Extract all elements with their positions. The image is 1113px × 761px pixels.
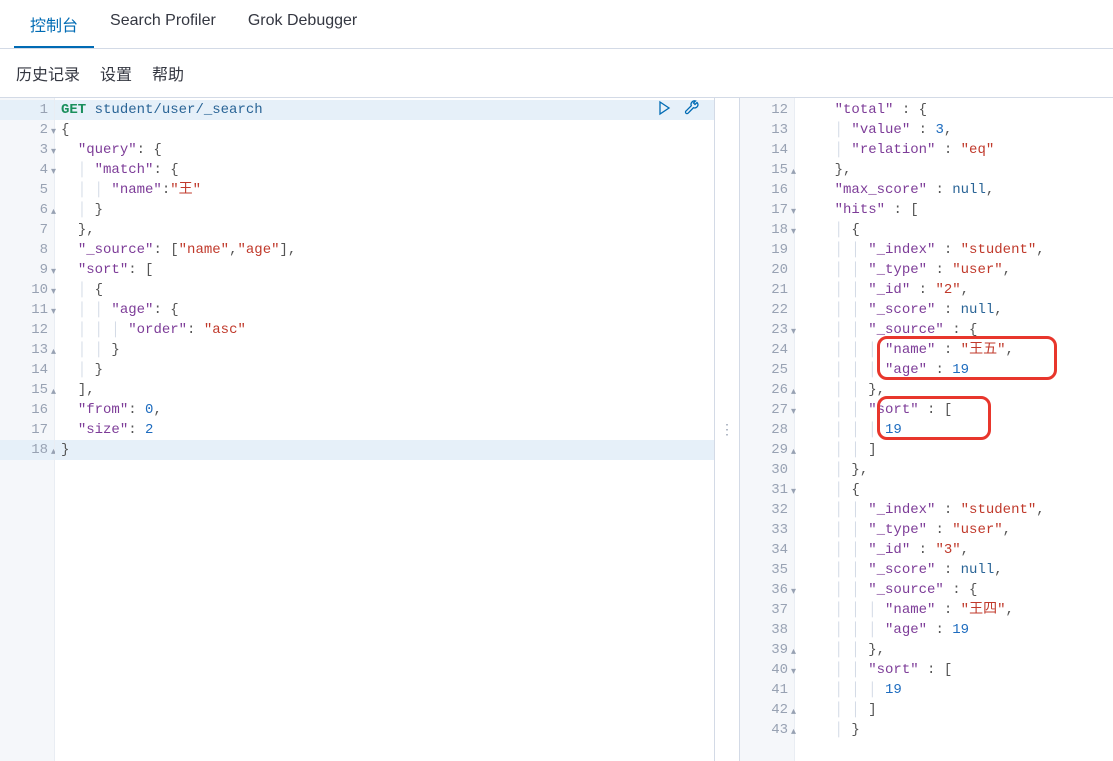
code-line[interactable]: │ │ "_score" : null,	[795, 300, 1113, 320]
code-line[interactable]: │ {	[55, 280, 714, 300]
code-line[interactable]: {	[55, 120, 714, 140]
code-line[interactable]: "size": 2	[55, 420, 714, 440]
code-line[interactable]: │ │ "name":"王"	[55, 180, 714, 200]
subnav-settings[interactable]: 设置	[100, 61, 132, 85]
code-line[interactable]: │ │ "_score" : null,	[795, 560, 1113, 580]
drag-dots-icon: ⋮	[720, 421, 734, 438]
request-actions	[656, 100, 702, 118]
code-line[interactable]: │ │ ]	[795, 700, 1113, 720]
code-line[interactable]: │ {	[795, 480, 1113, 500]
code-line[interactable]: "hits" : [	[795, 200, 1113, 220]
request-code[interactable]: GET student/user/_search{ "query": { │ "…	[55, 98, 714, 761]
tab-grok-debugger[interactable]: Grok Debugger	[232, 0, 373, 48]
code-line[interactable]: │ │ │ "age" : 19	[795, 360, 1113, 380]
code-line[interactable]: │ "value" : 3,	[795, 120, 1113, 140]
code-line[interactable]: │ │ "_type" : "user",	[795, 520, 1113, 540]
code-line[interactable]: │ │ "_id" : "2",	[795, 280, 1113, 300]
code-line[interactable]: "max_score" : null,	[795, 180, 1113, 200]
code-line[interactable]: │ │ "age": {	[55, 300, 714, 320]
tab-search-profiler[interactable]: Search Profiler	[94, 0, 232, 48]
code-line[interactable]: │ │ │ 19	[795, 420, 1113, 440]
code-line[interactable]: │ "match": {	[55, 160, 714, 180]
panel-resize-handle[interactable]: ⋮	[715, 98, 740, 761]
request-editor[interactable]: 12▾3▾4▾56▴789▾10▾11▾1213▴1415▴161718▴ GE…	[0, 98, 715, 761]
code-line[interactable]: "sort": [	[55, 260, 714, 280]
wrench-icon[interactable]	[684, 100, 702, 118]
code-line[interactable]: │ │ "sort" : [	[795, 660, 1113, 680]
code-line[interactable]: },	[795, 160, 1113, 180]
code-line[interactable]: GET student/user/_search	[55, 100, 714, 120]
code-line[interactable]: │ │ "_index" : "student",	[795, 500, 1113, 520]
code-line[interactable]: ],	[55, 380, 714, 400]
code-line[interactable]: │ │ "_type" : "user",	[795, 260, 1113, 280]
editor-panels: 12▾3▾4▾56▴789▾10▾11▾1213▴1415▴161718▴ GE…	[0, 97, 1113, 761]
code-line[interactable]: "_source": ["name","age"],	[55, 240, 714, 260]
code-line[interactable]: │ }	[795, 720, 1113, 740]
code-line[interactable]: │ │ "_index" : "student",	[795, 240, 1113, 260]
console-subnav: 历史记录 设置 帮助	[0, 49, 1113, 97]
code-line[interactable]: "total" : {	[795, 100, 1113, 120]
subnav-history[interactable]: 历史记录	[16, 61, 80, 85]
code-line[interactable]: │ │ │ "order": "asc"	[55, 320, 714, 340]
response-viewer: 12131415▴1617▾18▾1920212223▾242526▴27▾28…	[740, 98, 1113, 761]
code-line[interactable]: │ │ },	[795, 380, 1113, 400]
response-gutter: 12131415▴1617▾18▾1920212223▾242526▴27▾28…	[740, 98, 795, 761]
code-line[interactable]: │ │ │ "name" : "王五",	[795, 340, 1113, 360]
response-code[interactable]: "total" : { │ "value" : 3, │ "relation" …	[795, 98, 1113, 761]
subnav-help[interactable]: 帮助	[152, 61, 184, 85]
code-line[interactable]: },	[55, 220, 714, 240]
code-line[interactable]: │ "relation" : "eq"	[795, 140, 1113, 160]
request-gutter: 12▾3▾4▾56▴789▾10▾11▾1213▴1415▴161718▴	[0, 98, 55, 761]
code-line[interactable]: │ }	[55, 200, 714, 220]
code-line[interactable]: │ │ "_id" : "3",	[795, 540, 1113, 560]
run-icon[interactable]	[656, 100, 674, 118]
code-line[interactable]: "from": 0,	[55, 400, 714, 420]
code-line[interactable]: │ │ }	[55, 340, 714, 360]
code-line[interactable]: │ │ "sort" : [	[795, 400, 1113, 420]
code-line[interactable]: }	[55, 440, 714, 460]
code-line[interactable]: │ │ ]	[795, 440, 1113, 460]
top-tabs: 控制台 Search Profiler Grok Debugger	[0, 0, 1113, 49]
code-line[interactable]: │ },	[795, 460, 1113, 480]
code-line[interactable]: │ │ │ "age" : 19	[795, 620, 1113, 640]
code-line[interactable]: "query": {	[55, 140, 714, 160]
code-line[interactable]: │ }	[55, 360, 714, 380]
tab-console[interactable]: 控制台	[14, 0, 94, 48]
code-line[interactable]: │ │ "_source" : {	[795, 320, 1113, 340]
code-line[interactable]: │ {	[795, 220, 1113, 240]
code-line[interactable]: │ │ │ "name" : "王四",	[795, 600, 1113, 620]
code-line[interactable]: │ │ │ 19	[795, 680, 1113, 700]
code-line[interactable]: │ │ },	[795, 640, 1113, 660]
code-line[interactable]: │ │ "_source" : {	[795, 580, 1113, 600]
